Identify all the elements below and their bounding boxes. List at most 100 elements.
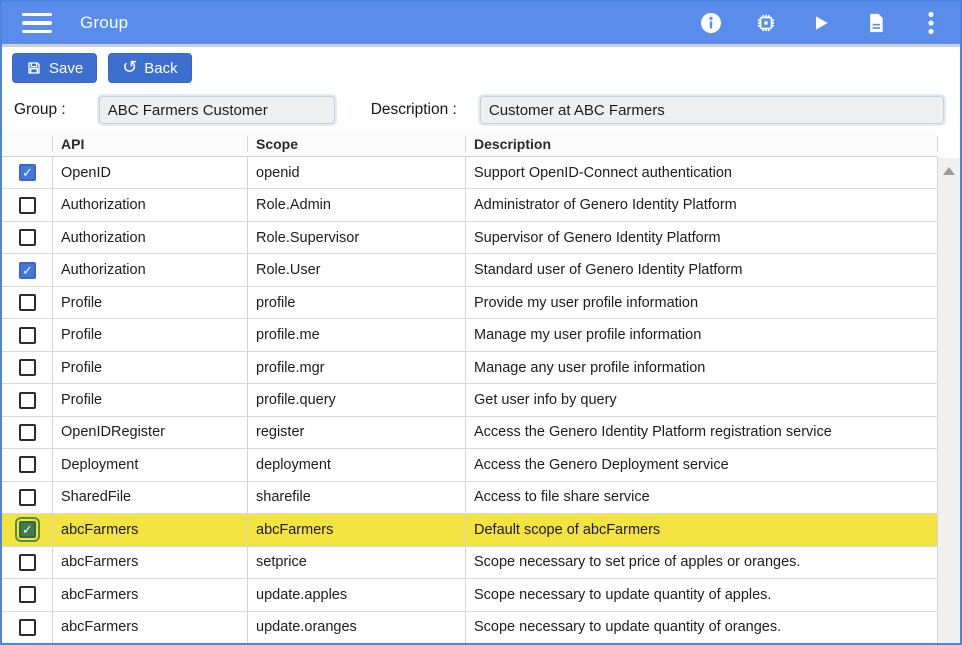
cell-api[interactable]: Profile <box>52 352 247 383</box>
scroll-up-arrow-icon[interactable] <box>943 167 955 175</box>
row-checkbox[interactable] <box>19 619 36 636</box>
cell-api[interactable]: Authorization <box>52 254 247 285</box>
cell-scope[interactable]: profile.mgr <box>247 352 465 383</box>
cell-description[interactable]: Access the Genero Identity Platform regi… <box>465 417 938 448</box>
row-checkbox[interactable] <box>19 424 36 441</box>
description-input[interactable] <box>480 96 944 124</box>
cell-description[interactable]: Provide my user profile information <box>465 287 938 318</box>
row-checkbox[interactable] <box>19 327 36 344</box>
cell-api[interactable]: Authorization <box>52 222 247 253</box>
row-checkbox[interactable] <box>19 229 36 246</box>
row-checkbox-cell <box>2 514 52 545</box>
cell-scope[interactable]: deployment <box>247 449 465 480</box>
row-checkbox[interactable] <box>19 392 36 409</box>
table-row[interactable]: Deployment deployment Access the Genero … <box>2 449 938 481</box>
row-checkbox[interactable] <box>19 294 36 311</box>
row-checkbox[interactable] <box>19 164 36 181</box>
cell-description[interactable]: Support OpenID-Connect authentication <box>465 157 938 188</box>
header-scope[interactable]: Scope <box>247 136 465 152</box>
cell-scope[interactable]: setprice <box>247 547 465 578</box>
cell-description[interactable]: Default scope of abcFarmers <box>465 514 938 545</box>
cell-api[interactable]: abcFarmers <box>52 579 247 610</box>
cell-api[interactable]: abcFarmers <box>52 547 247 578</box>
row-checkbox[interactable] <box>19 521 36 538</box>
scrollbar-track[interactable] <box>938 158 960 643</box>
row-checkbox-cell <box>2 482 52 513</box>
cell-scope[interactable]: register <box>247 417 465 448</box>
row-checkbox-cell <box>2 222 52 253</box>
cell-description[interactable]: Scope necessary to update quantity of or… <box>465 612 938 643</box>
cell-description[interactable]: Standard user of Genero Identity Platfor… <box>465 254 938 285</box>
cell-api[interactable]: OpenID <box>52 157 247 188</box>
cell-scope[interactable]: profile.me <box>247 319 465 350</box>
cell-api[interactable]: Profile <box>52 319 247 350</box>
row-checkbox[interactable] <box>19 359 36 376</box>
table-body: OpenID openid Support OpenID-Connect aut… <box>2 157 938 643</box>
table-row[interactable]: Profile profile Provide my user profile … <box>2 287 938 319</box>
table-row[interactable]: Profile profile.mgr Manage any user prof… <box>2 352 938 384</box>
row-checkbox[interactable] <box>19 554 36 571</box>
vertical-scrollbar[interactable] <box>938 131 960 643</box>
cell-scope[interactable]: abcFarmers <box>247 514 465 545</box>
description-label: Description : <box>371 101 457 119</box>
cell-description[interactable]: Scope necessary to update quantity of ap… <box>465 579 938 610</box>
table-row[interactable]: OpenID openid Support OpenID-Connect aut… <box>2 157 938 189</box>
kebab-menu-icon[interactable] <box>920 12 942 34</box>
cell-description[interactable]: Manage any user profile information <box>465 352 938 383</box>
table-row[interactable]: Authorization Role.User Standard user of… <box>2 254 938 286</box>
row-checkbox[interactable] <box>19 586 36 603</box>
cell-scope[interactable]: openid <box>247 157 465 188</box>
appbar-actions <box>700 12 942 34</box>
hamburger-menu-icon[interactable] <box>22 13 52 33</box>
cell-description[interactable]: Manage my user profile information <box>465 319 938 350</box>
save-icon <box>26 60 42 76</box>
cell-api[interactable]: OpenIDRegister <box>52 417 247 448</box>
cell-scope[interactable]: profile <box>247 287 465 318</box>
scrollbar-spacer <box>938 131 960 158</box>
cell-description[interactable]: Scope necessary to set price of apples o… <box>465 547 938 578</box>
cell-description[interactable]: Supervisor of Genero Identity Platform <box>465 222 938 253</box>
table-row[interactable]: abcFarmers update.oranges Scope necessar… <box>2 612 938 643</box>
cell-description[interactable]: Access the Genero Deployment service <box>465 449 938 480</box>
cell-api[interactable]: Deployment <box>52 449 247 480</box>
table-row[interactable]: Profile profile.query Get user info by q… <box>2 384 938 416</box>
header-api[interactable]: API <box>52 136 247 152</box>
cell-api[interactable]: SharedFile <box>52 482 247 513</box>
cell-description[interactable]: Access to file share service <box>465 482 938 513</box>
cell-scope[interactable]: Role.User <box>247 254 465 285</box>
cell-api[interactable]: Profile <box>52 287 247 318</box>
row-checkbox-cell <box>2 449 52 480</box>
table-row[interactable]: SharedFile sharefile Access to file shar… <box>2 482 938 514</box>
cell-api[interactable]: abcFarmers <box>52 612 247 643</box>
row-checkbox[interactable] <box>19 456 36 473</box>
table-row[interactable]: Authorization Role.Supervisor Supervisor… <box>2 222 938 254</box>
cell-scope[interactable]: update.apples <box>247 579 465 610</box>
table-row[interactable]: Authorization Role.Admin Administrator o… <box>2 189 938 221</box>
back-button[interactable]: ↺ Back <box>108 53 191 83</box>
row-checkbox[interactable] <box>19 489 36 506</box>
group-input[interactable] <box>99 96 335 124</box>
table-row[interactable]: abcFarmers abcFarmers Default scope of a… <box>2 514 938 546</box>
cell-api[interactable]: abcFarmers <box>52 514 247 545</box>
cell-scope[interactable]: profile.query <box>247 384 465 415</box>
table-row[interactable]: OpenIDRegister register Access the Gener… <box>2 417 938 449</box>
header-description[interactable]: Description <box>465 136 938 152</box>
table-row[interactable]: abcFarmers update.apples Scope necessary… <box>2 579 938 611</box>
save-button[interactable]: Save <box>12 53 97 83</box>
info-icon[interactable] <box>700 12 722 34</box>
row-checkbox[interactable] <box>19 262 36 279</box>
cell-description[interactable]: Get user info by query <box>465 384 938 415</box>
row-checkbox[interactable] <box>19 197 36 214</box>
cell-api[interactable]: Authorization <box>52 189 247 220</box>
cell-api[interactable]: Profile <box>52 384 247 415</box>
cell-scope[interactable]: update.oranges <box>247 612 465 643</box>
table-row[interactable]: abcFarmers setprice Scope necessary to s… <box>2 547 938 579</box>
cell-scope[interactable]: Role.Admin <box>247 189 465 220</box>
cell-description[interactable]: Administrator of Genero Identity Platfor… <box>465 189 938 220</box>
play-icon[interactable] <box>810 12 832 34</box>
cell-scope[interactable]: Role.Supervisor <box>247 222 465 253</box>
document-icon[interactable] <box>865 12 887 34</box>
table-row[interactable]: Profile profile.me Manage my user profil… <box>2 319 938 351</box>
chip-icon[interactable] <box>755 12 777 34</box>
cell-scope[interactable]: sharefile <box>247 482 465 513</box>
